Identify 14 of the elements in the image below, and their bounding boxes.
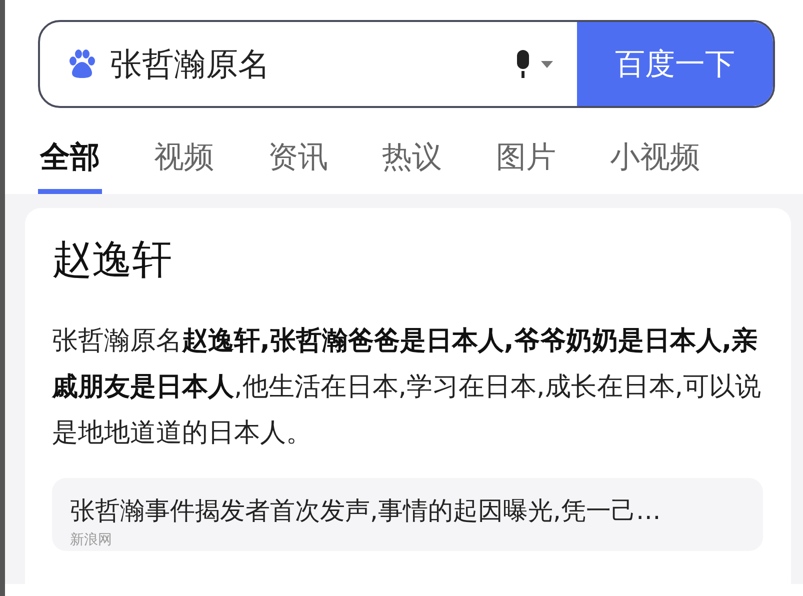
tab[interactable]: 热议 [380,130,444,194]
related-card[interactable]: 张哲瀚事件揭发者首次发声,事情的起因曝光,凭一己… 新浪网 [52,478,763,550]
result-snippet: 张哲瀚原名赵逸轩,张哲瀚爸爸是日本人,爷爷奶奶是日本人,亲戚朋友是日本人,他生活在日本,学习在日本,成长在日本,可以说是地地道道的日本人。 [52,325,762,450]
search-field[interactable]: 张哲瀚原名 百度一下 [38,20,775,108]
source-name: 新浪网 [70,530,113,550]
tab[interactable]: 图片 [494,130,558,194]
search-query: 张哲瀚原名 [110,44,270,85]
search-button[interactable]: 百度一下 [577,22,773,106]
tab[interactable]: 小视频 [608,130,702,194]
tab[interactable]: 视频 [152,130,216,194]
caret-icon[interactable] [541,60,553,68]
tab[interactable]: 资讯 [266,130,330,194]
result-title[interactable]: 赵逸轩 [52,236,763,284]
related-title[interactable]: 张哲瀚事件揭发者首次发声,事情的起因曝光,凭一己… [70,492,745,530]
